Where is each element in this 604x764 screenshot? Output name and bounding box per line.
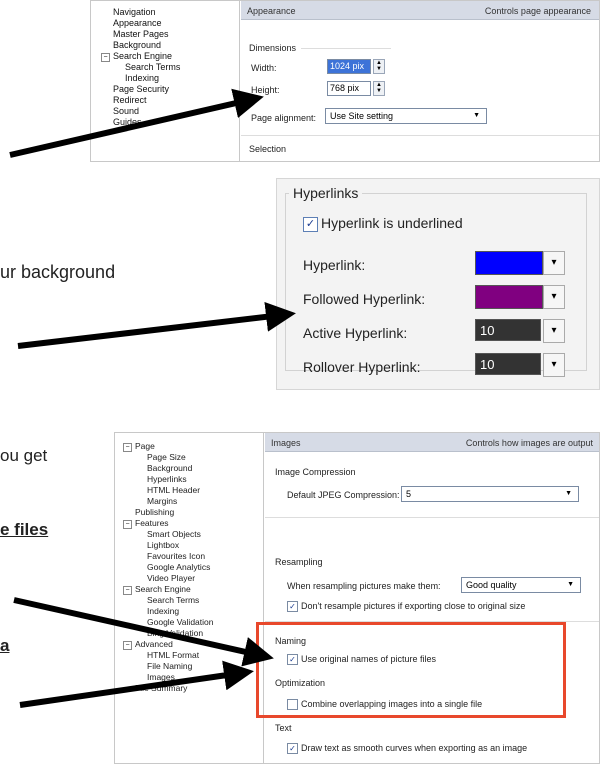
arrow-to-naming xyxy=(13,597,274,667)
annotation-arrows xyxy=(9,88,296,708)
arrow-to-hyperlinks xyxy=(17,301,296,349)
arrow-to-optimization xyxy=(19,660,254,708)
arrow-to-dimensions xyxy=(9,88,264,158)
